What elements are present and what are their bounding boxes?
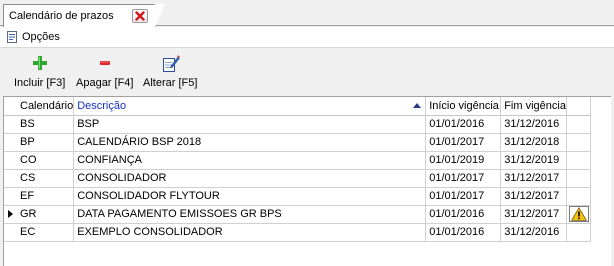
row-indicator bbox=[4, 169, 17, 188]
cell-status bbox=[566, 187, 591, 206]
close-icon bbox=[135, 11, 145, 21]
header-status bbox=[566, 97, 591, 116]
cell-descricao[interactable]: EXEMPLO CONSOLIDADOR bbox=[73, 223, 427, 242]
cell-status[interactable] bbox=[566, 205, 591, 224]
cell-descricao[interactable]: CONSOLIDADOR FLYTOUR bbox=[73, 187, 427, 206]
cell-fim-vigencia[interactable]: 31/12/2017 bbox=[500, 205, 567, 224]
incluir-label: Incluir [F3] bbox=[14, 77, 66, 89]
cell-calendario[interactable]: EC bbox=[17, 223, 75, 242]
tab-calendario-de-prazos[interactable]: Calendário de prazos bbox=[3, 4, 165, 27]
alterar-label: Alterar [F5] bbox=[143, 77, 198, 89]
table-row[interactable]: BS BSP 01/01/2016 31/12/2016 bbox=[4, 115, 591, 134]
cell-status bbox=[566, 169, 591, 188]
header-indicator bbox=[4, 97, 17, 116]
menu-opcoes[interactable]: Opções bbox=[7, 31, 60, 43]
table-row[interactable]: EF CONSOLIDADOR FLYTOUR 01/01/2017 31/12/20… bbox=[4, 187, 591, 206]
menu-opcoes-label: Opções bbox=[22, 31, 60, 43]
cell-fim-vigencia[interactable]: 31/12/2018 bbox=[500, 133, 567, 152]
cell-status bbox=[566, 115, 591, 134]
menu-bar: Opções bbox=[0, 27, 614, 47]
cell-descricao[interactable]: CONFIANÇA bbox=[73, 151, 427, 170]
row-indicator bbox=[4, 223, 17, 242]
cell-descricao[interactable]: CALENDÁRIO BSP 2018 bbox=[73, 133, 427, 152]
header-fim-vigencia[interactable]: Fim vigência bbox=[500, 97, 567, 116]
table-row[interactable]: CO CONFIANÇA 01/01/2019 31/12/2019 bbox=[4, 151, 591, 170]
row-indicator bbox=[4, 187, 17, 206]
table-row[interactable]: BP CALENDÁRIO BSP 2018 01/01/2017 31/12/201… bbox=[4, 133, 591, 152]
add-icon bbox=[32, 55, 48, 71]
table-row[interactable]: GR DATA PAGAMENTO EMISSOES GR BPS 01/01/20… bbox=[4, 205, 591, 224]
cell-fim-vigencia[interactable]: 31/12/2016 bbox=[500, 115, 567, 134]
cell-descricao[interactable]: CONSOLIDADOR bbox=[73, 169, 427, 188]
calendar-grid[interactable]: Calendário Descrição Início vigência Fim… bbox=[3, 96, 611, 266]
header-row: Calendário Descrição Início vigência Fim… bbox=[4, 97, 591, 116]
cell-calendario[interactable]: EF bbox=[17, 187, 75, 206]
current-row-pointer-icon bbox=[8, 210, 13, 219]
cell-inicio-vigencia[interactable]: 01/01/2017 bbox=[425, 169, 502, 188]
cell-fim-vigencia[interactable]: 31/12/2019 bbox=[500, 151, 567, 170]
apagar-button[interactable]: Apagar [F4] bbox=[76, 55, 133, 93]
cell-calendario[interactable]: GR bbox=[17, 205, 75, 224]
warning-icon bbox=[570, 207, 587, 221]
row-indicator bbox=[4, 205, 17, 224]
cell-inicio-vigencia[interactable]: 01/01/2016 bbox=[425, 115, 502, 134]
tab-strip: Calendário de prazos bbox=[0, 0, 614, 27]
row-indicator bbox=[4, 133, 17, 152]
cell-calendario[interactable]: CS bbox=[17, 169, 75, 188]
cell-fim-vigencia[interactable]: 31/12/2017 bbox=[500, 187, 567, 206]
incluir-button[interactable]: Incluir [F3] bbox=[14, 55, 65, 93]
edit-icon bbox=[162, 55, 181, 72]
options-icon bbox=[7, 31, 17, 43]
cell-fim-vigencia[interactable]: 31/12/2016 bbox=[500, 223, 567, 242]
cell-status bbox=[566, 223, 591, 242]
cell-descricao[interactable]: DATA PAGAMENTO EMISSOES GR BPS bbox=[73, 205, 427, 224]
cell-descricao[interactable]: BSP bbox=[73, 115, 427, 134]
cell-calendario[interactable]: BP bbox=[17, 133, 75, 152]
row-indicator bbox=[4, 115, 17, 134]
row-indicator bbox=[4, 151, 17, 170]
close-tab-button[interactable] bbox=[132, 9, 148, 23]
cell-inicio-vigencia[interactable]: 01/01/2016 bbox=[425, 223, 502, 242]
header-descricao-label: Descrição bbox=[77, 99, 127, 112]
table-row[interactable]: CS CONSOLIDADOR 01/01/2017 31/12/2017 bbox=[4, 169, 591, 188]
cell-status bbox=[566, 133, 591, 152]
apagar-label: Apagar [F4] bbox=[76, 77, 134, 89]
cell-calendario[interactable]: CO bbox=[17, 151, 75, 170]
sort-ascending-icon bbox=[413, 103, 422, 108]
header-descricao[interactable]: Descrição bbox=[73, 97, 427, 116]
toolbar: Incluir [F3] Apagar [F4] Alterar [F5] bbox=[0, 47, 614, 96]
tab-label: Calendário de prazos bbox=[9, 10, 114, 22]
header-inicio-vigencia[interactable]: Início vigência bbox=[425, 97, 502, 116]
cell-inicio-vigencia[interactable]: 01/01/2017 bbox=[425, 133, 502, 152]
cell-inicio-vigencia[interactable]: 01/01/2017 bbox=[425, 187, 502, 206]
cell-inicio-vigencia[interactable]: 01/01/2016 bbox=[425, 205, 502, 224]
cell-status bbox=[566, 151, 591, 170]
table-row[interactable]: EC EXEMPLO CONSOLIDADOR 01/01/2016 31/12/20… bbox=[4, 223, 591, 242]
cell-inicio-vigencia[interactable]: 01/01/2019 bbox=[425, 151, 502, 170]
remove-icon bbox=[97, 55, 113, 71]
cell-calendario[interactable]: BS bbox=[17, 115, 75, 134]
cell-fim-vigencia[interactable]: 31/12/2017 bbox=[500, 169, 567, 188]
alterar-button[interactable]: Alterar [F5] bbox=[143, 55, 197, 93]
warning-button[interactable] bbox=[568, 206, 589, 222]
calendar-table: Calendário Descrição Início vigência Fim… bbox=[4, 97, 591, 242]
header-calendario[interactable]: Calendário bbox=[17, 97, 75, 116]
